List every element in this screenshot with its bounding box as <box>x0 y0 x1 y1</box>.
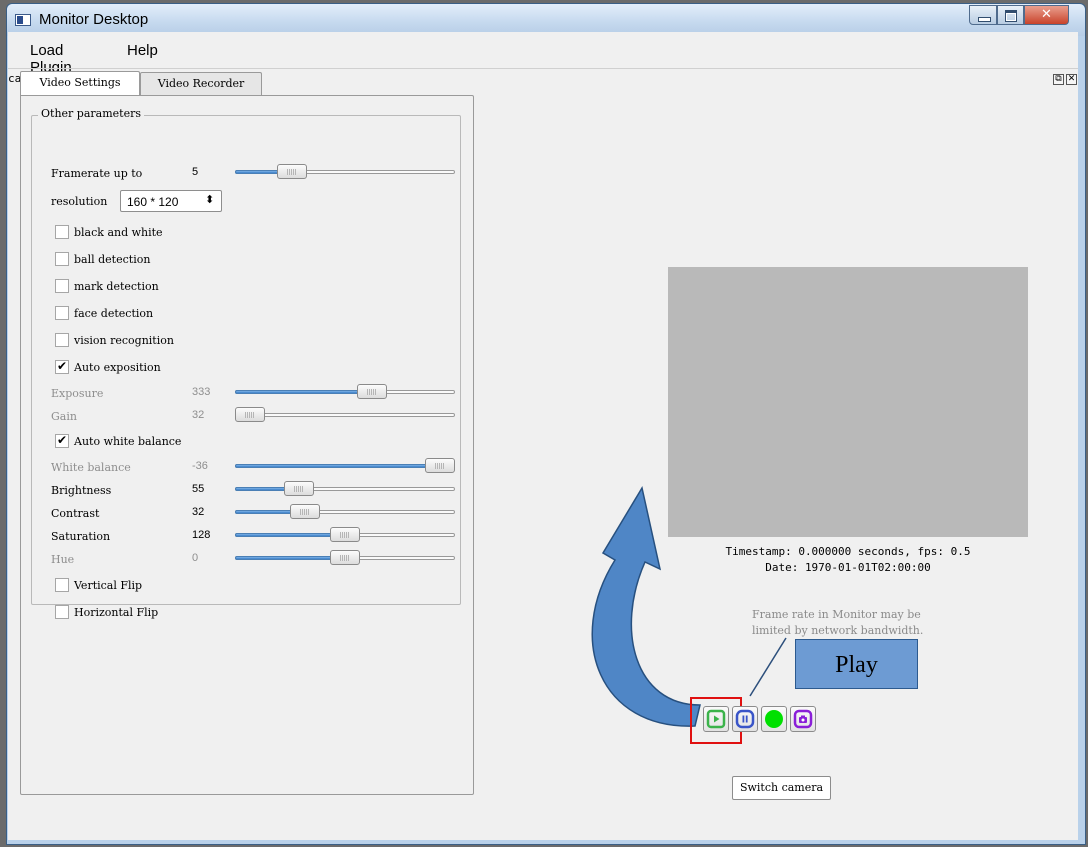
record-icon <box>765 710 783 728</box>
close-icon: ✕ <box>1041 7 1052 22</box>
horizontal-flip-checkbox[interactable] <box>55 605 69 619</box>
gain-slider[interactable] <box>235 407 455 423</box>
slider-handle[interactable] <box>357 384 387 399</box>
slider-handle[interactable] <box>235 407 265 422</box>
framerate-value: 5 <box>192 166 199 178</box>
switch-camera-button[interactable]: Switch camera <box>732 776 831 800</box>
contrast-value: 32 <box>192 506 205 518</box>
close-button[interactable]: ✕ <box>1024 5 1069 25</box>
auto-white-balance-checkbox[interactable]: ✔ <box>55 434 69 448</box>
contrast-slider[interactable] <box>235 504 455 520</box>
record-button[interactable] <box>761 706 787 732</box>
exposure-slider[interactable] <box>235 384 455 400</box>
mark-detection-label: mark detection <box>74 280 159 293</box>
saturation-label: Saturation <box>51 530 111 543</box>
saturation-value: 128 <box>192 529 211 541</box>
slider-handle[interactable] <box>330 550 360 565</box>
snapshot-button[interactable] <box>790 706 816 732</box>
play-button[interactable] <box>703 706 729 732</box>
checkmark-icon: ✔ <box>56 359 68 373</box>
play-callout-label: Play <box>795 639 918 689</box>
slider-handle[interactable] <box>284 481 314 496</box>
hue-label: Hue <box>51 553 75 566</box>
camera-icon <box>793 709 813 729</box>
vertical-flip-checkbox[interactable] <box>55 578 69 592</box>
slider-fill <box>235 464 429 468</box>
slider-fill <box>235 390 361 394</box>
slider-fill <box>235 533 334 537</box>
white-balance-label: White balance <box>51 461 131 474</box>
face-detection-label: face detection <box>74 307 154 320</box>
mark-detection-checkbox[interactable] <box>55 279 69 293</box>
dock-float-icon[interactable]: ⧉ <box>1053 74 1064 85</box>
pause-button[interactable] <box>732 706 758 732</box>
hue-value: 0 <box>192 552 199 564</box>
vision-recognition-label: vision recognition <box>74 334 174 347</box>
slider-handle[interactable] <box>425 458 455 473</box>
vision-recognition-checkbox[interactable] <box>55 333 69 347</box>
resolution-label: resolution <box>51 195 108 208</box>
brightness-value: 55 <box>192 483 205 495</box>
framerate-slider[interactable] <box>235 164 455 180</box>
vertical-flip-label: Vertical Flip <box>74 579 143 592</box>
spinner-arrows-icon: ⬍ <box>205 193 215 206</box>
gain-label: Gain <box>51 410 77 423</box>
menu-help[interactable]: Help <box>127 42 158 59</box>
slider-handle[interactable] <box>330 527 360 542</box>
tab-video-settings[interactable]: Video Settings <box>20 71 140 96</box>
exposure-label: Exposure <box>51 387 104 400</box>
gain-value: 32 <box>192 409 205 421</box>
slider-fill <box>235 510 294 514</box>
maximize-button[interactable] <box>997 5 1024 25</box>
white-balance-slider[interactable] <box>235 458 455 474</box>
pause-icon <box>735 709 755 729</box>
app-icon <box>15 14 31 26</box>
horizontal-flip-label: Horizontal Flip <box>74 606 159 619</box>
saturation-slider[interactable] <box>235 527 455 543</box>
play-icon <box>706 709 726 729</box>
slider-groove <box>235 413 455 417</box>
slider-handle[interactable] <box>277 164 307 179</box>
window-title: Monitor Desktop <box>39 11 149 28</box>
minimize-button[interactable] <box>969 5 997 25</box>
slider-fill <box>235 556 334 560</box>
white-balance-value: -36 <box>192 460 208 472</box>
framerate-label: Framerate up to <box>51 167 143 180</box>
contrast-label: Contrast <box>51 507 100 520</box>
resolution-select[interactable]: 160 * 120 ⬍ <box>120 190 222 212</box>
slider-fill <box>235 487 288 491</box>
hue-slider[interactable] <box>235 550 455 566</box>
auto-white-balance-label: Auto white balance <box>74 435 182 448</box>
dock-close-icon[interactable]: ✕ <box>1066 74 1077 85</box>
auto-exposition-label: Auto exposition <box>74 361 161 374</box>
group-title: Other parameters <box>38 107 144 120</box>
face-detection-checkbox[interactable] <box>55 306 69 320</box>
black-and-white-label: black and white <box>74 226 163 239</box>
brightness-label: Brightness <box>51 484 112 497</box>
tab-video-recorder[interactable]: Video Recorder <box>140 72 262 95</box>
resolution-value: 160 * 120 <box>127 195 179 209</box>
slider-handle[interactable] <box>290 504 320 519</box>
black-and-white-checkbox[interactable] <box>55 225 69 239</box>
exposure-value: 333 <box>192 386 211 398</box>
checkmark-icon: ✔ <box>56 433 68 447</box>
brightness-slider[interactable] <box>235 481 455 497</box>
slider-fill <box>235 170 281 174</box>
ball-detection-checkbox[interactable] <box>55 252 69 266</box>
auto-exposition-checkbox[interactable]: ✔ <box>55 360 69 374</box>
ball-detection-label: ball detection <box>74 253 151 266</box>
